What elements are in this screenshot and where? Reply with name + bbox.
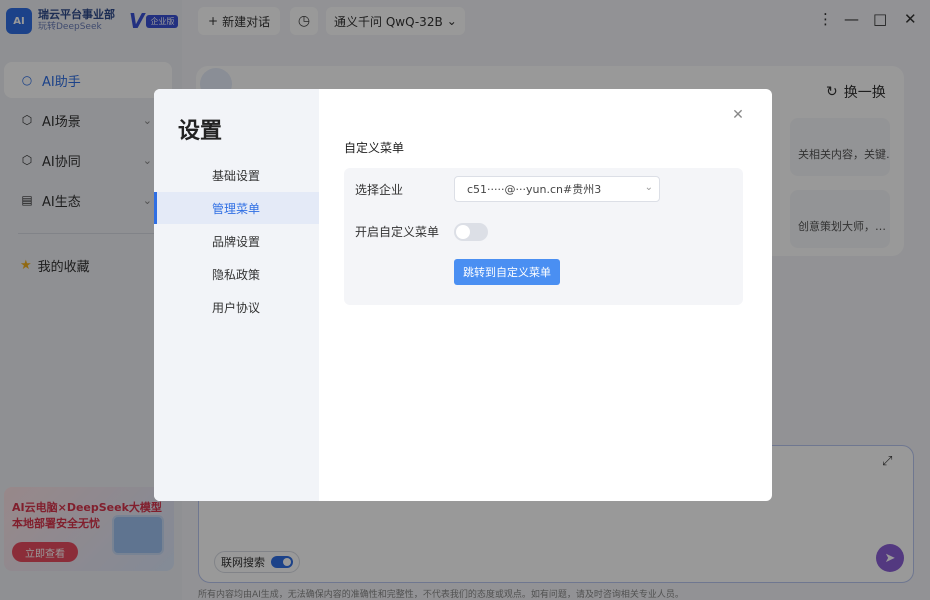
close-icon[interactable]: ✕: [728, 105, 748, 125]
settings-sidebar: 设置 基础设置 管理菜单 品牌设置 隐私政策 用户协议: [154, 89, 319, 501]
settings-menu-privacy[interactable]: 隐私政策: [154, 258, 319, 290]
settings-dialog: 设置 基础设置 管理菜单 品牌设置 隐私政策 用户协议 ✕ 自定义菜单 选择企业…: [154, 89, 772, 501]
settings-menu-basic[interactable]: 基础设置: [154, 159, 319, 191]
section-title: 自定义菜单: [344, 141, 405, 155]
settings-menu-manage[interactable]: 管理菜单: [154, 192, 319, 224]
custom-menu-toggle[interactable]: [454, 223, 488, 241]
chevron-down-icon: ⌄: [644, 182, 653, 193]
custom-menu-form: 选择企业 c51·····@···yun.cn#贵州3 ⌄ 开启自定义菜单 跳转…: [344, 168, 743, 305]
settings-menu-brand[interactable]: 品牌设置: [154, 225, 319, 257]
dialog-title: 设置: [178, 119, 223, 144]
custom-menu-label: 开启自定义菜单: [355, 225, 440, 239]
company-select[interactable]: c51·····@···yun.cn#贵州3 ⌄: [454, 176, 660, 202]
company-value: c51·····@···yun.cn#贵州3: [467, 183, 602, 196]
settings-menu-agreement[interactable]: 用户协议: [154, 291, 319, 323]
company-label: 选择企业: [355, 183, 404, 197]
jump-to-custom-menu-button[interactable]: 跳转到自定义菜单: [454, 259, 560, 285]
